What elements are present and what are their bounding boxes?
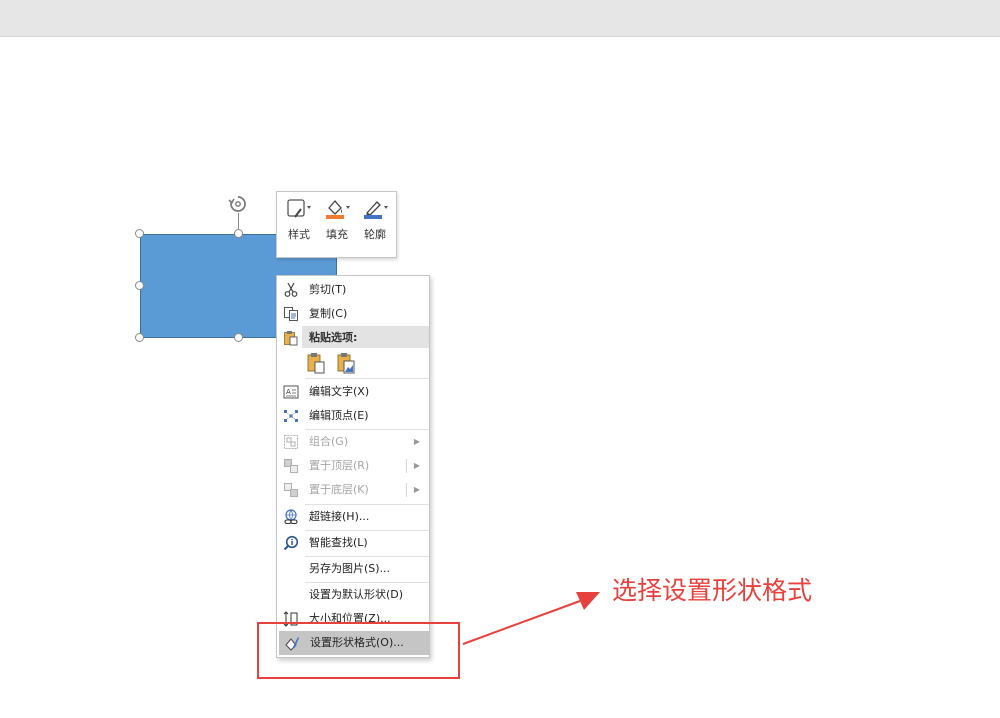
annotation-arrow-icon <box>462 592 600 645</box>
annotation-text: 选择设置形状格式 <box>612 576 813 605</box>
